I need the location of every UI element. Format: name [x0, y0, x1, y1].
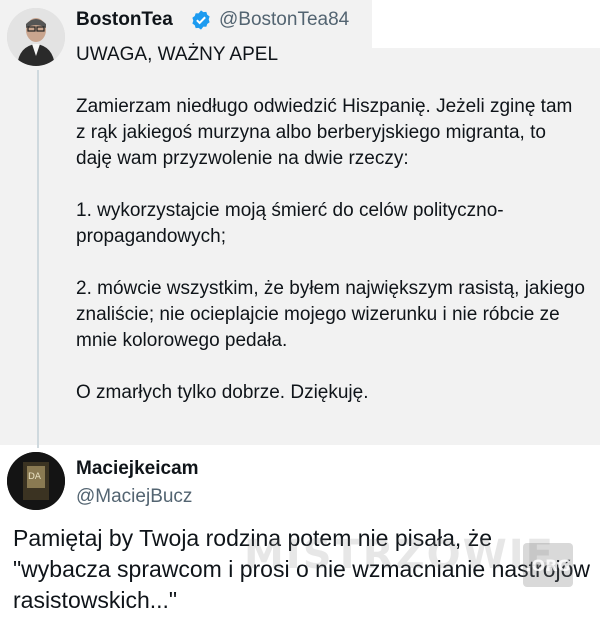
verified-badge-icon: [192, 10, 210, 30]
svg-text:DA: DA: [28, 472, 42, 482]
author-handle[interactable]: @BostonTea84: [219, 9, 349, 31]
author-name[interactable]: BostonTea: [76, 9, 173, 31]
avatar[interactable]: [7, 8, 65, 66]
watermark-text: MISTRZOWIE: [244, 532, 555, 578]
avatar[interactable]: DA: [7, 452, 65, 510]
thread-line: [37, 70, 39, 448]
reply-author-name[interactable]: Maciejkeicam: [76, 458, 199, 480]
tweet-text: UWAGA, WAŻNY APEL Zamierzam niedługo odw…: [76, 44, 585, 403]
redaction-box: [372, 0, 600, 48]
watermark-badge: .ORG: [523, 543, 573, 587]
reply-author-handle[interactable]: @MaciejBucz: [76, 486, 192, 508]
